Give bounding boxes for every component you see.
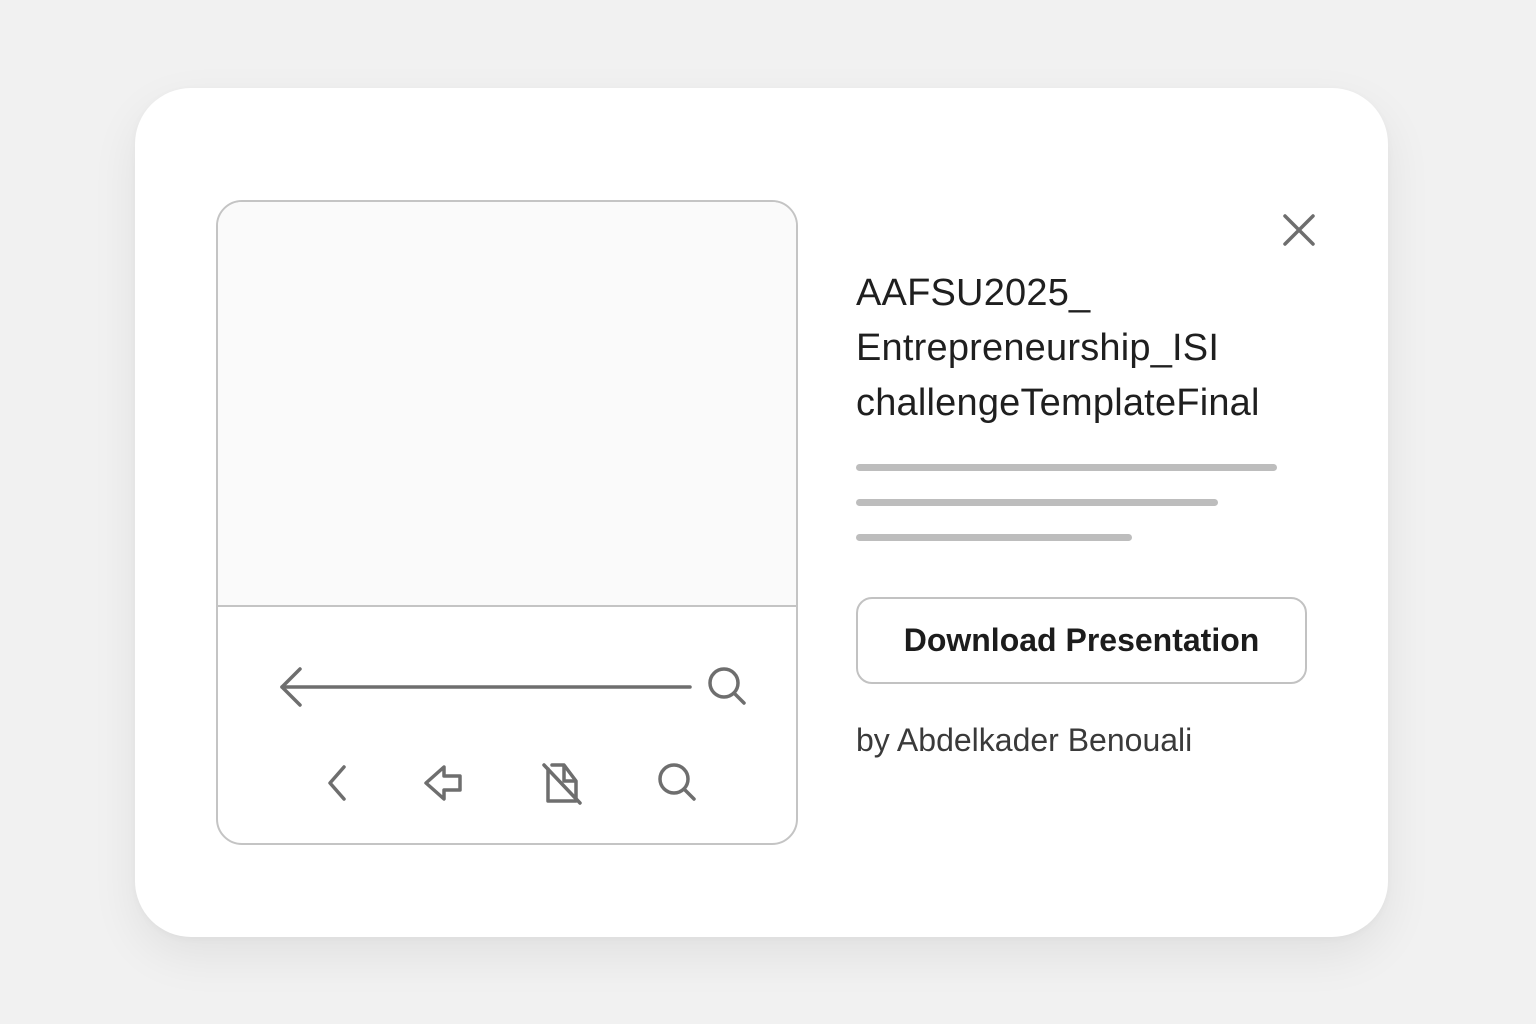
search-icon[interactable]: [704, 663, 752, 711]
description-placeholder-line: [856, 464, 1277, 471]
author-label: by Abdelkader Benouali: [856, 722, 1193, 758]
description-placeholder-line: [856, 534, 1132, 541]
description-placeholder-line: [856, 499, 1218, 506]
arrow-left-outline-icon[interactable]: [420, 759, 468, 807]
download-presentation-button[interactable]: Download Presentation: [856, 597, 1307, 684]
search-icon[interactable]: [654, 759, 702, 807]
presentation-preview: [216, 200, 798, 845]
file-title: AAFSU2025_ Entrepreneurship_ISI challeng…: [856, 266, 1326, 431]
file-off-icon[interactable]: [538, 759, 586, 807]
preview-navigation-bar: [218, 607, 796, 843]
preview-screen: [218, 202, 796, 607]
back-arrow-icon[interactable]: [274, 665, 694, 709]
file-title-line: challengeTemplateFinal: [856, 382, 1260, 424]
chevron-left-icon[interactable]: [316, 759, 364, 807]
file-preview-card: AAFSU2025_ Entrepreneurship_ISI challeng…: [135, 88, 1388, 937]
close-icon[interactable]: [1275, 206, 1323, 254]
file-title-line: AAFSU2025_: [856, 272, 1091, 314]
file-title-line: Entrepreneurship_ISI: [856, 327, 1220, 369]
